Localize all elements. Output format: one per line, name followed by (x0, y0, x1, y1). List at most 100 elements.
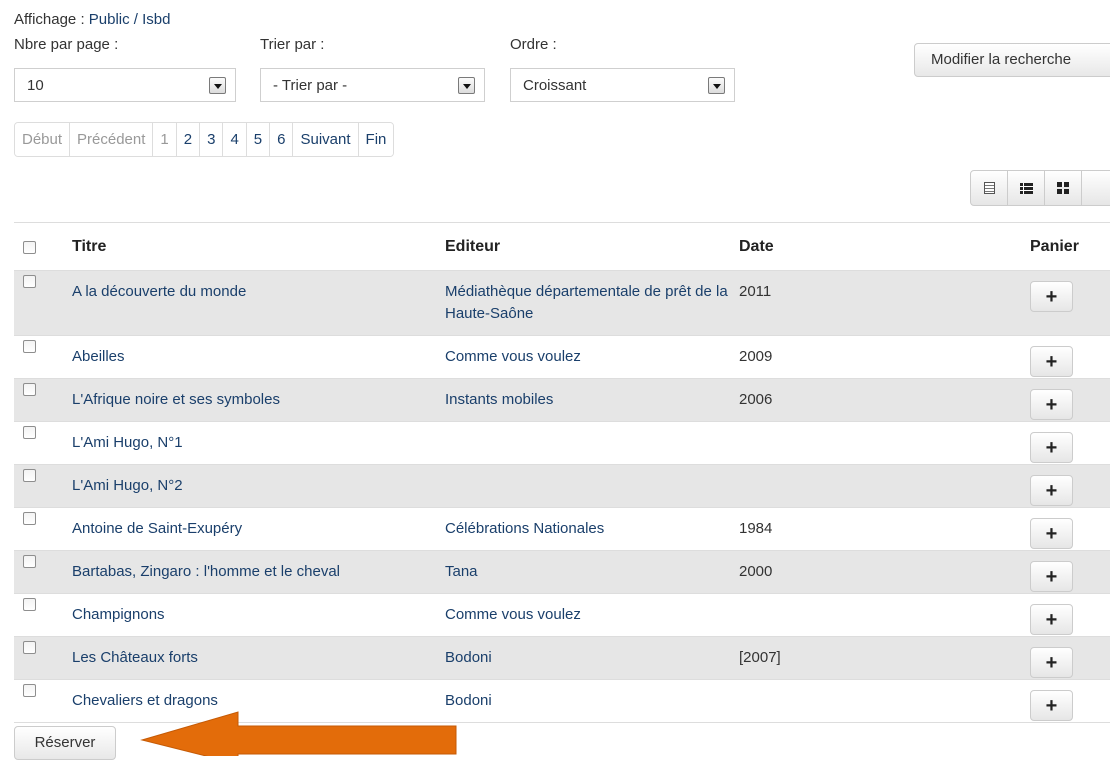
pagination: Début Précédent 1 2 3 4 5 6 Suivant Fin (14, 122, 395, 157)
row-publisher-link[interactable]: Bodoni (445, 649, 492, 666)
select-all-cell (14, 239, 58, 254)
row-title-link[interactable]: A la découverte du monde (72, 283, 246, 300)
per-page-select[interactable]: 10 (14, 68, 236, 102)
row-publisher-link[interactable]: Célébrations Nationales (445, 520, 604, 537)
pagination-page[interactable]: 3 (200, 123, 224, 156)
pagination-page[interactable]: 6 (270, 123, 294, 156)
add-to-basket-button[interactable]: + (1030, 690, 1073, 721)
sort-select[interactable]: - Trier par - (260, 68, 485, 102)
row-checkbox[interactable] (23, 641, 36, 654)
sort-value: - Trier par - (273, 77, 348, 94)
table-row: L'Ami Hugo, N°2 + (14, 465, 1110, 508)
row-title-link[interactable]: Abeilles (72, 348, 125, 365)
table-row: L'Afrique noire et ses symboles Instants… (14, 379, 1110, 422)
header-basket: Panier (1030, 237, 1079, 255)
row-checkbox[interactable] (23, 275, 36, 288)
display-label: Affichage : (14, 11, 85, 28)
row-publisher-link[interactable]: Comme vous voulez (445, 348, 581, 365)
pagination-page[interactable]: 4 (223, 123, 247, 156)
add-to-basket-button[interactable]: + (1030, 604, 1073, 635)
table-row: Les Châteaux forts Bodoni [2007] + (14, 637, 1110, 680)
row-title-link[interactable]: Les Châteaux forts (72, 649, 198, 666)
row-date: 2009 (739, 348, 773, 365)
row-title-link[interactable]: Champignons (72, 606, 165, 623)
display-path-link[interactable]: Public / Isbd (89, 11, 171, 28)
row-date (739, 465, 1030, 507)
reserve-button[interactable]: Réserver (14, 726, 116, 760)
row-checkbox[interactable] (23, 383, 36, 396)
row-publisher-link[interactable]: Médiathèque départementale de prêt de la… (445, 283, 728, 322)
pagination-next[interactable]: Suivant (293, 123, 359, 156)
row-title-link[interactable]: L'Ami Hugo, N°1 (72, 434, 183, 451)
pagination-previous: Précédent (70, 123, 154, 156)
pagination-page[interactable]: 5 (246, 123, 271, 156)
display-mode-line: Affichage : Public / Isbd (14, 11, 171, 28)
pagination-page-current: 1 (153, 123, 177, 156)
header-date[interactable]: Date (739, 236, 1030, 258)
table-row: Champignons Comme vous voulez + (14, 594, 1110, 637)
results-table: Titre Editeur Date Panier A la découvert… (14, 222, 1110, 723)
row-title-link[interactable]: L'Ami Hugo, N°2 (72, 477, 183, 494)
add-to-basket-button[interactable]: + (1030, 475, 1073, 506)
table-row: Antoine de Saint-Exupéry Célébrations Na… (14, 508, 1110, 551)
per-page-label: Nbre par page : (14, 36, 119, 53)
row-publisher-link[interactable]: Comme vous voulez (445, 606, 581, 623)
add-to-basket-button[interactable]: + (1030, 281, 1073, 312)
pagination-last[interactable]: Fin (358, 123, 394, 156)
grid-view-icon (1057, 182, 1069, 194)
add-to-basket-button[interactable]: + (1030, 647, 1073, 678)
header-title[interactable]: Titre (58, 236, 445, 258)
row-date: [2007] (739, 649, 781, 666)
row-publisher-link[interactable]: Instants mobiles (445, 391, 553, 408)
row-checkbox[interactable] (23, 469, 36, 482)
view-mode-toggle (970, 170, 1110, 206)
row-checkbox[interactable] (23, 684, 36, 697)
dropdown-arrow-icon (458, 77, 475, 94)
row-title-link[interactable]: Bartabas, Zingaro : l'homme et le cheval (72, 563, 340, 580)
add-to-basket-button[interactable]: + (1030, 346, 1073, 377)
annotation-arrow-icon (140, 711, 457, 756)
row-title-link[interactable]: Antoine de Saint-Exupéry (72, 520, 242, 537)
order-select[interactable]: Croissant (510, 68, 735, 102)
table-header: Titre Editeur Date Panier (14, 223, 1110, 271)
table-row: L'Ami Hugo, N°1 + (14, 422, 1110, 465)
add-to-basket-button[interactable]: + (1030, 389, 1073, 420)
row-checkbox[interactable] (23, 598, 36, 611)
select-all-checkbox[interactable] (23, 241, 36, 254)
order-label: Ordre : (510, 36, 557, 53)
row-date: 2006 (739, 391, 773, 408)
list-view-button[interactable] (1008, 171, 1045, 205)
add-to-basket-button[interactable]: + (1030, 561, 1073, 592)
row-date (739, 422, 1030, 464)
dropdown-arrow-icon (708, 77, 725, 94)
annotation-arrow-shape (140, 711, 457, 756)
document-view-icon (983, 182, 995, 194)
header-publisher[interactable]: Editeur (445, 236, 739, 258)
row-checkbox[interactable] (23, 512, 36, 525)
add-to-basket-button[interactable]: + (1030, 518, 1073, 549)
list-view-icon (1019, 182, 1033, 194)
dropdown-arrow-icon (209, 77, 226, 94)
row-publisher-link[interactable]: Tana (445, 563, 478, 580)
row-date: 2011 (739, 283, 772, 300)
document-view-button[interactable] (971, 171, 1008, 205)
per-page-value: 10 (27, 77, 44, 94)
sort-label: Trier par : (260, 36, 325, 53)
modify-search-button[interactable]: Modifier la recherche (914, 43, 1110, 77)
grid-view-button[interactable] (1045, 171, 1082, 205)
row-date: 1984 (739, 520, 773, 537)
order-value: Croissant (523, 77, 587, 94)
row-checkbox[interactable] (23, 555, 36, 568)
pagination-page[interactable]: 2 (176, 123, 201, 156)
table-row: Abeilles Comme vous voulez 2009 + (14, 336, 1110, 379)
table-row: A la découverte du monde Médiathèque dép… (14, 271, 1110, 336)
table-row: Bartabas, Zingaro : l'homme et le cheval… (14, 551, 1110, 594)
row-checkbox[interactable] (23, 426, 36, 439)
row-checkbox[interactable] (23, 340, 36, 353)
row-date (739, 680, 1030, 722)
row-title-link[interactable]: L'Afrique noire et ses symboles (72, 391, 280, 408)
pagination-first: Début (15, 123, 71, 156)
row-date: 2000 (739, 563, 773, 580)
add-to-basket-button[interactable]: + (1030, 432, 1073, 463)
row-date (739, 594, 1030, 636)
